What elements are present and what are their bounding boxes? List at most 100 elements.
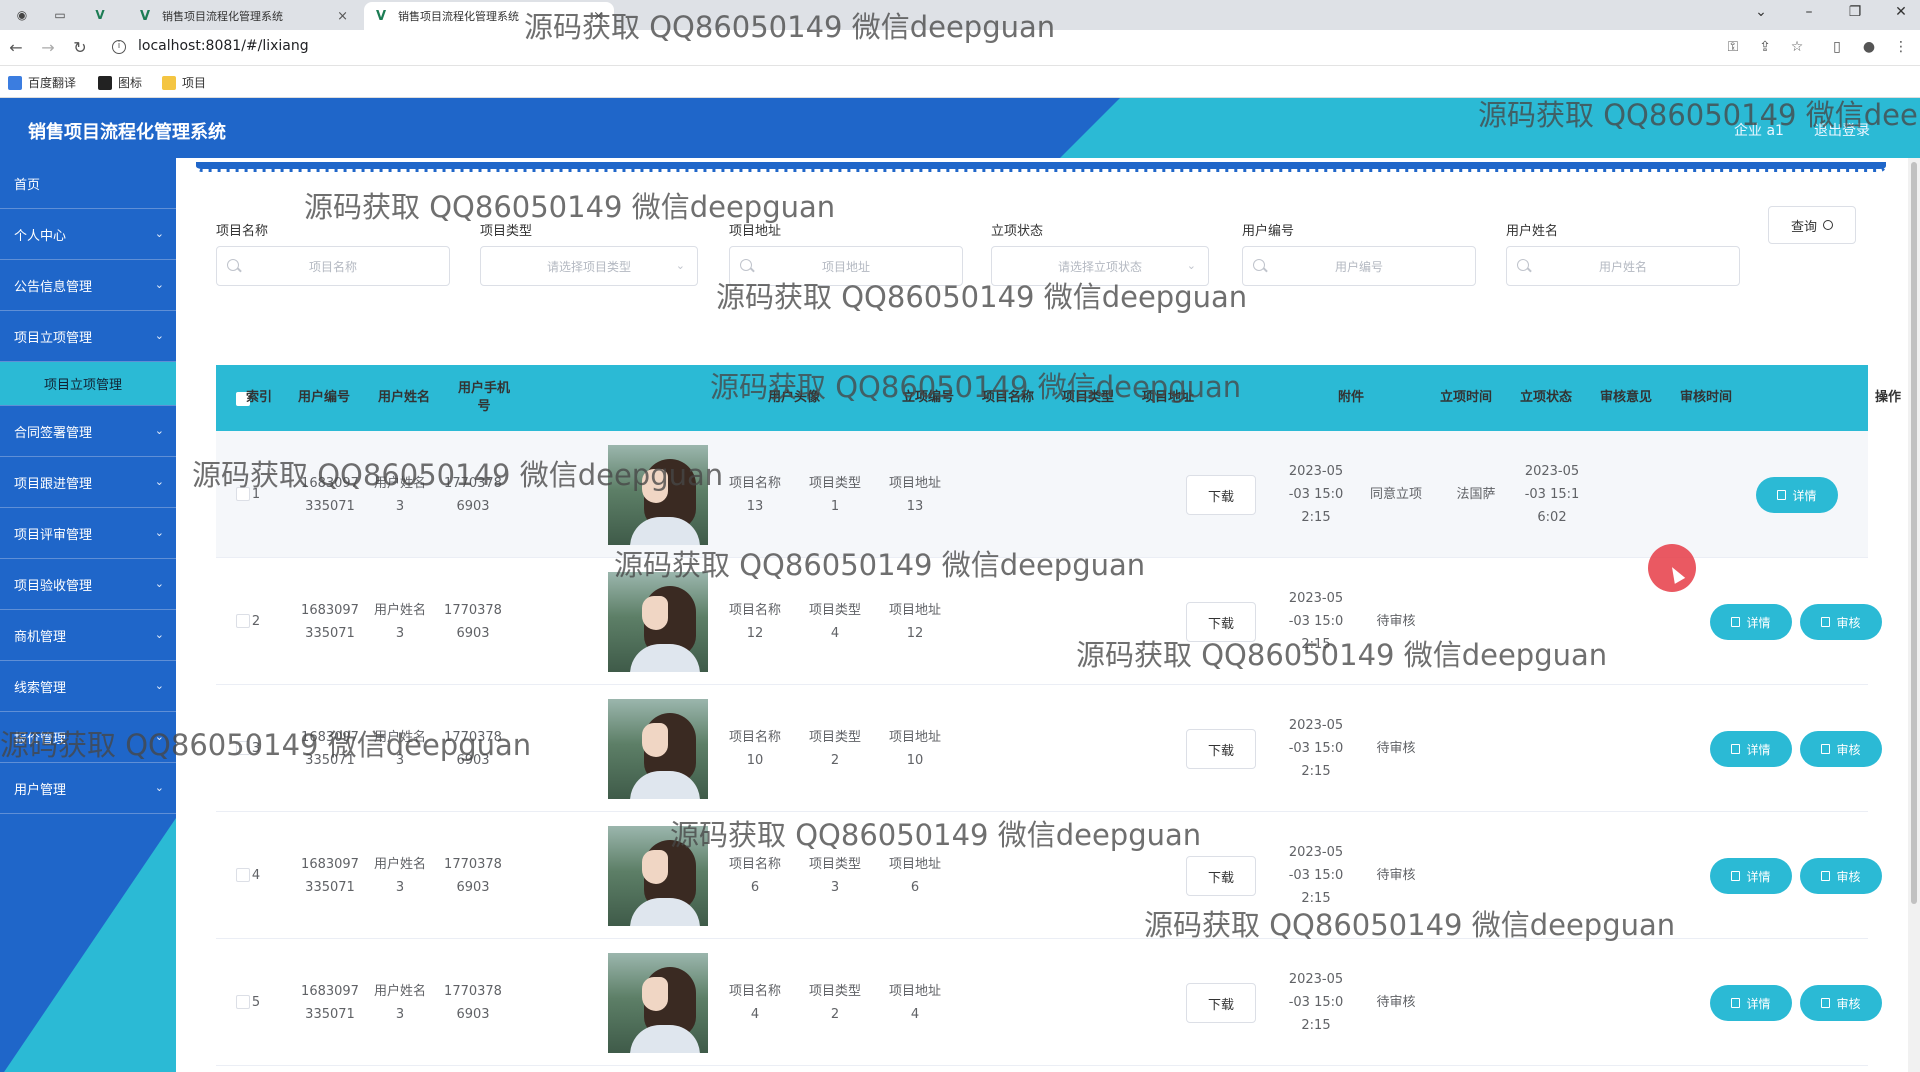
user-name: 用户姓名 3: [373, 983, 426, 1022]
bookmark-star-icon[interactable]: ☆: [1788, 39, 1806, 55]
sidebar-item[interactable]: 项目评审管理 ⌄: [0, 508, 176, 559]
restore-icon[interactable]: ❐: [1840, 4, 1870, 20]
user-name: 用户姓名 3: [373, 856, 426, 895]
bookmark-item[interactable]: 百度翻译: [8, 74, 76, 91]
url-field[interactable]: localhost:8081/#/lixiang: [138, 38, 309, 54]
project-status: 待审核: [1376, 868, 1416, 883]
download-button[interactable]: 下载: [1186, 729, 1256, 769]
key-icon[interactable]: ⚿: [1724, 39, 1742, 55]
download-button[interactable]: 下载: [1186, 856, 1256, 896]
user-number: 1683097 335071: [301, 983, 359, 1022]
forward-icon[interactable]: →: [38, 38, 58, 57]
table-row: 31683097 335071用户姓名 31770378 69031683097…: [216, 685, 1880, 812]
tab-search-icon[interactable]: ⌄: [1746, 4, 1776, 20]
tab-title: 销售项目流程化管理系统: [398, 10, 519, 23]
decorative-bar: [196, 162, 1886, 172]
sidebar-item[interactable]: 报价管理 ⌄: [0, 712, 176, 763]
review-button[interactable]: 审核: [1802, 860, 1880, 892]
close-tab-icon[interactable]: ×: [593, 9, 604, 24]
sidebar-item[interactable]: 首页: [0, 158, 176, 209]
user-name: 用户姓名 3: [373, 602, 426, 641]
filter-label: 立项状态: [991, 224, 1044, 239]
tab-title: 销售项目流程化管理系统: [162, 10, 283, 23]
filter-input[interactable]: 项目名称: [216, 246, 450, 286]
column-header: 用户头像: [767, 390, 820, 405]
sidebar-item[interactable]: 项目立项管理 ⌄: [0, 311, 176, 362]
detail-button[interactable]: 详情: [1712, 987, 1790, 1019]
share-icon[interactable]: ⇪: [1756, 39, 1774, 55]
bookmarks-bar: 百度翻译 图标 项目: [0, 66, 1920, 98]
user-avatar: [608, 953, 708, 1053]
bookmark-item[interactable]: 项目: [162, 74, 206, 91]
close-window-icon[interactable]: ✕: [1886, 4, 1916, 20]
bookmark-item[interactable]: 图标: [98, 74, 142, 91]
sidebar: 首页 个人中心 ⌄ 公告信息管理 ⌄ 项目立项管理 ⌄ 项目立项管理 合同签署管理 ⌄ 项目跟进管理…: [0, 158, 176, 1072]
profile-icon[interactable]: ●: [1860, 39, 1878, 55]
review-opinion: [1436, 558, 1516, 685]
search-icon: [1253, 259, 1265, 271]
user-avatar: [608, 572, 708, 672]
project-time: 2023-05 -03 15:0 2:15: [1288, 591, 1344, 652]
sidebar-item-label: 公告信息管理: [14, 279, 93, 295]
sidebar-item[interactable]: 个人中心 ⌄: [0, 209, 176, 260]
sidebar-item[interactable]: 公告信息管理 ⌄: [0, 260, 176, 311]
detail-button[interactable]: 详情: [1712, 860, 1790, 892]
review-time: [1512, 939, 1592, 1066]
placeholder-text: 用户编号: [1334, 259, 1383, 274]
download-button[interactable]: 下载: [1186, 602, 1256, 642]
sidebar-subitem-active[interactable]: 项目立项管理: [0, 362, 176, 406]
browser-tab-active[interactable]: V 销售项目流程化管理系统 ×: [364, 2, 614, 30]
sidebar-item[interactable]: 商机管理 ⌄: [0, 610, 176, 661]
review-button[interactable]: 审核: [1802, 606, 1880, 638]
pinned-tab-icon[interactable]: ◉: [12, 5, 32, 25]
site-info-icon[interactable]: i: [112, 40, 126, 54]
back-icon[interactable]: ←: [6, 38, 26, 57]
avatar-face: [642, 850, 668, 884]
user-phone: 1770378 6903: [444, 475, 502, 514]
sidebar-item[interactable]: 线索管理 ⌄: [0, 661, 176, 712]
filter-input[interactable]: 用户编号: [1242, 246, 1476, 286]
detail-button[interactable]: 详情: [1758, 479, 1836, 511]
menu-icon[interactable]: ⋮: [1892, 39, 1910, 55]
chevron-down-icon: ⌄: [154, 781, 164, 794]
pinned-tab-icon[interactable]: ▭: [50, 5, 70, 25]
side-panel-icon[interactable]: ▯: [1828, 39, 1846, 55]
table-row: 21683097 335071用户姓名 31770378 69031683097…: [216, 558, 1880, 685]
sidebar-item[interactable]: 用户管理 ⌄: [0, 763, 176, 814]
filter-select[interactable]: 请选择立项状态 ⌄: [991, 246, 1209, 286]
sidebar-item[interactable]: 合同签署管理 ⌄: [0, 406, 176, 457]
review-button[interactable]: 审核: [1802, 987, 1880, 1019]
project-type: 项目类型 3: [808, 856, 861, 895]
filter-select[interactable]: 请选择项目类型 ⌄: [480, 246, 698, 286]
sidebar-item[interactable]: 项目验收管理 ⌄: [0, 559, 176, 610]
review-opinion: 法国萨: [1456, 487, 1496, 502]
close-tab-icon[interactable]: ×: [337, 9, 348, 24]
placeholder-text: 项目地址: [821, 259, 870, 274]
sidebar-item-label: 用户管理: [14, 782, 67, 798]
download-button[interactable]: 下载: [1186, 983, 1256, 1023]
vue-tab-icon[interactable]: V: [90, 5, 110, 25]
browser-tab[interactable]: V 销售项目流程化管理系统 ×: [128, 2, 358, 30]
query-button[interactable]: 查询: [1768, 206, 1856, 244]
minimize-icon[interactable]: –: [1794, 4, 1824, 20]
sidebar-item[interactable]: 项目跟进管理 ⌄: [0, 457, 176, 508]
review-opinion: [1436, 812, 1516, 939]
download-button[interactable]: 下载: [1186, 475, 1256, 515]
chevron-down-icon: ⌄: [154, 424, 164, 437]
project-type: 项目类型 4: [808, 602, 861, 641]
project-address: 项目地址 6: [888, 856, 941, 895]
filter-input[interactable]: 用户姓名: [1506, 246, 1740, 286]
detail-button[interactable]: 详情: [1712, 733, 1790, 765]
filter-input[interactable]: 项目地址: [729, 246, 963, 286]
search-icon: [1823, 220, 1833, 230]
detail-button[interactable]: 详情: [1712, 606, 1790, 638]
logout-link[interactable]: 退出登录: [1814, 120, 1870, 140]
project-time: 2023-05 -03 15:0 2:15: [1288, 845, 1344, 906]
detail-label: 详情: [1746, 996, 1771, 1011]
page-scrollbar[interactable]: [1908, 158, 1920, 1072]
project-type: 项目类型 1: [808, 475, 861, 514]
reload-icon[interactable]: ↻: [70, 38, 90, 57]
review-button[interactable]: 审核: [1802, 733, 1880, 765]
filter-label: 项目类型: [480, 224, 533, 239]
column-header: 审核意见: [1599, 390, 1652, 405]
